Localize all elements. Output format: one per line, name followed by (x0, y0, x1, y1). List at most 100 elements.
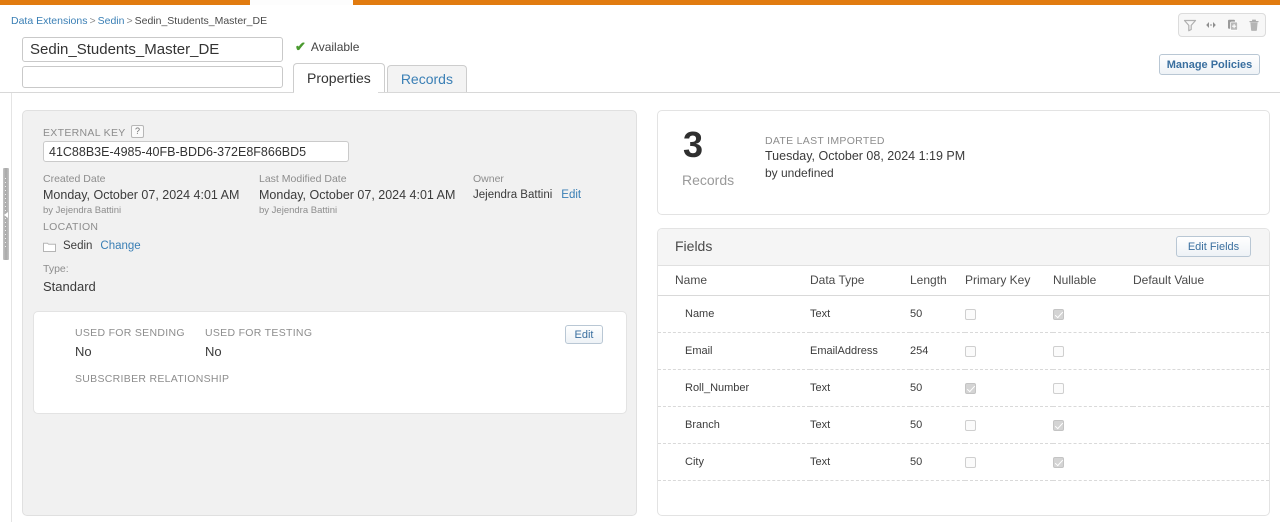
field-default-value-cell (1133, 332, 1269, 370)
fields-table-body: Name Text 50 Email EmailAddress 254 Roll_Numbe… (658, 295, 1269, 481)
column-header-nullable: Nullable (1053, 266, 1133, 296)
action-icon-toolbar (1178, 13, 1266, 37)
field-length-cell: 50 (910, 443, 965, 481)
data-extension-description-input[interactable] (22, 66, 283, 88)
date-last-imported-value: Tuesday, October 08, 2024 1:19 PM (765, 149, 966, 163)
field-name-cell: City (658, 443, 810, 481)
tab-records[interactable]: Records (386, 65, 467, 92)
breadcrumb: Data Extensions > Sedin > Sedin_Students_Mas… (11, 15, 267, 27)
last-modified-date-by: by Jejendra Battini (259, 205, 338, 216)
last-modified-date-label: Last Modified Date (259, 173, 347, 185)
manage-policies-button[interactable]: Manage Policies (1159, 54, 1260, 75)
owner-label: Owner (473, 173, 504, 185)
fields-panel: Fields Edit Fields Name Data Type Length… (657, 228, 1270, 516)
field-data-type-cell: EmailAddress (810, 332, 910, 370)
field-primary-key-checkbox (965, 345, 976, 357)
created-date-label: Created Date (43, 173, 106, 185)
field-nullable-checkbox (1053, 308, 1064, 320)
table-row: Email EmailAddress 254 (658, 332, 1269, 370)
field-name-cell: Branch (658, 406, 810, 444)
owner-edit-link[interactable]: Edit (561, 189, 581, 201)
column-header-primary-key: Primary Key (965, 266, 1053, 296)
last-modified-date-block: Last Modified Date Monday, October 07, 2… (259, 173, 484, 216)
created-date-block: Created Date Monday, October 07, 2024 4:… (43, 173, 258, 216)
field-primary-key-checkbox (965, 382, 976, 394)
column-header-default-value: Default Value (1133, 266, 1269, 296)
used-for-sending-block: USED FOR SENDING No (75, 327, 185, 359)
field-nullable-cell (1053, 295, 1133, 333)
filter-icon[interactable] (1181, 16, 1199, 34)
fields-table-header-row: Name Data Type Length Primary Key Nullab… (658, 266, 1269, 296)
breadcrumb-current: Sedin_Students_Master_DE (134, 15, 268, 27)
field-nullable-checkbox (1053, 419, 1064, 431)
used-for-testing-label: USED FOR TESTING (205, 327, 313, 339)
location-label: LOCATION (43, 221, 99, 233)
field-data-type-cell: Text (810, 443, 910, 481)
content-left-divider (11, 93, 12, 522)
tab-properties[interactable]: Properties (293, 63, 385, 92)
field-primary-key-cell (965, 406, 1053, 444)
field-default-value-cell (1133, 443, 1269, 481)
field-primary-key-cell (965, 369, 1053, 407)
external-key-label: EXTERNAL KEY (43, 127, 126, 139)
sending-testing-card: USED FOR SENDING No USED FOR TESTING No … (33, 311, 627, 414)
edit-fields-button[interactable]: Edit Fields (1176, 236, 1251, 257)
field-data-type-cell: Text (810, 369, 910, 407)
last-modified-date-value: Monday, October 07, 2024 4:01 AM (259, 188, 456, 202)
field-length-cell: 50 (910, 369, 965, 407)
type-label: Type: (43, 263, 69, 275)
table-row: Branch Text 50 (658, 406, 1269, 444)
field-name-cell: Roll_Number (658, 369, 810, 407)
field-default-value-cell (1133, 406, 1269, 444)
field-nullable-cell (1053, 443, 1133, 481)
copy-icon[interactable] (1224, 16, 1242, 34)
status-label: Available (310, 40, 360, 54)
records-count-label: Records (682, 172, 735, 188)
breadcrumb-link-folder[interactable]: Sedin (98, 15, 125, 27)
fields-panel-title: Fields (675, 238, 713, 254)
date-last-imported-by: by undefined (765, 166, 834, 180)
field-default-value-cell (1133, 369, 1269, 407)
column-header-length: Length (910, 266, 965, 296)
field-nullable-cell (1053, 369, 1133, 407)
field-primary-key-checkbox (965, 419, 976, 431)
location-change-link[interactable]: Change (100, 240, 140, 252)
field-primary-key-cell (965, 332, 1053, 370)
date-last-imported-label: DATE LAST IMPORTED (765, 135, 885, 147)
table-row: Roll_Number Text 50 (658, 369, 1269, 407)
column-header-data-type: Data Type (810, 266, 910, 296)
records-summary-panel: 3 Records DATE LAST IMPORTED Tuesday, Oc… (657, 110, 1270, 215)
check-icon: ✔ (295, 39, 306, 54)
fields-table: Name Data Type Length Primary Key Nullab… (658, 266, 1269, 481)
field-primary-key-checkbox (965, 308, 976, 320)
location-block: LOCATION Sedin Change (43, 221, 141, 252)
field-default-value-cell (1133, 295, 1269, 333)
help-icon[interactable]: ? (131, 125, 144, 138)
active-tab-base-cover (294, 91, 378, 94)
breadcrumb-link-data-extensions[interactable]: Data Extensions (11, 15, 87, 27)
external-key-input[interactable] (43, 141, 349, 162)
move-icon[interactable] (1202, 16, 1220, 34)
status-badge: ✔ Available (295, 39, 359, 55)
data-extension-name-input[interactable] (22, 37, 283, 62)
folder-icon (43, 241, 63, 252)
owner-block: Owner Jejendra Battini Edit (473, 173, 623, 201)
panel-resize-handle[interactable] (3, 168, 9, 260)
trash-icon[interactable] (1245, 16, 1263, 34)
used-for-sending-value: No (75, 344, 92, 359)
breadcrumb-separator-2: > (126, 15, 133, 27)
location-folder-row: Sedin Change (43, 240, 141, 252)
sending-testing-edit-button[interactable]: Edit (565, 325, 603, 344)
used-for-testing-value: No (205, 344, 222, 359)
field-nullable-cell (1053, 332, 1133, 370)
type-block: Type: Standard (43, 263, 96, 294)
type-value: Standard (43, 279, 96, 294)
collapse-arrow-icon (4, 212, 8, 218)
field-length-cell: 50 (910, 406, 965, 444)
tab-strip: Properties Records (293, 63, 469, 92)
field-primary-key-cell (965, 295, 1053, 333)
subscriber-relationship-label: SUBSCRIBER RELATIONSHIP (75, 373, 230, 385)
created-date-by: by Jejendra Battini (43, 205, 122, 216)
table-row: City Text 50 (658, 443, 1269, 481)
field-name-cell: Email (658, 332, 810, 370)
